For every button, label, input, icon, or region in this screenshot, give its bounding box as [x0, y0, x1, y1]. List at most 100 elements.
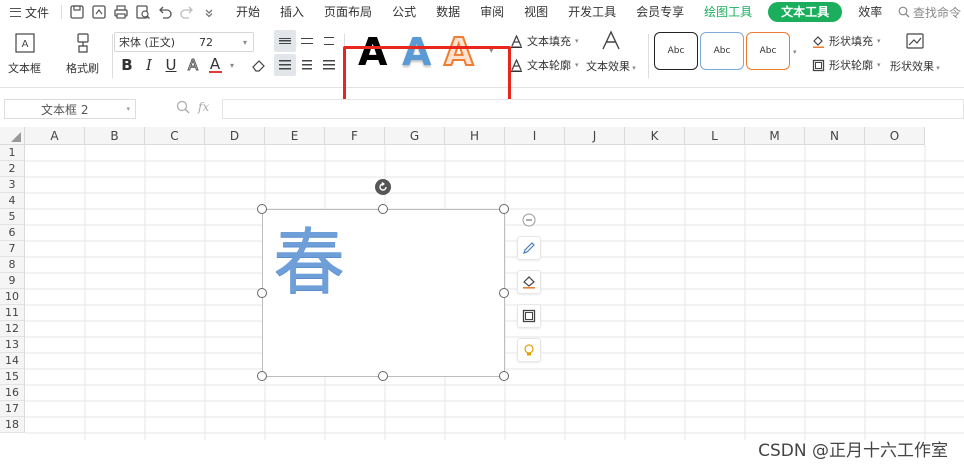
column-header[interactable]: M: [745, 127, 805, 145]
italic-button[interactable]: I: [140, 56, 158, 74]
text-effect-button[interactable]: 文本效果 ▾: [586, 30, 636, 74]
name-box[interactable]: 文本框 2 ▾: [4, 99, 136, 119]
align-right-icon[interactable]: [318, 54, 340, 76]
shape-outline-button[interactable]: 形状轮廓 ▾: [812, 57, 881, 73]
format-painter-button[interactable]: 格式刷: [66, 32, 99, 76]
row-header[interactable]: 6: [0, 225, 25, 241]
shape-style-dark[interactable]: Abc: [654, 32, 698, 70]
tab-start[interactable]: 开始: [226, 0, 270, 24]
save-icon[interactable]: [66, 1, 88, 23]
fx-icon[interactable]: fx: [198, 100, 209, 114]
column-header[interactable]: G: [385, 127, 445, 145]
tab-drawing-tools[interactable]: 绘图工具: [694, 0, 762, 24]
chevron-down-icon[interactable]: ▾: [793, 48, 797, 56]
row-header[interactable]: 17: [0, 401, 25, 417]
fill-bucket-icon[interactable]: [517, 270, 541, 294]
tab-insert[interactable]: 插入: [270, 0, 314, 24]
tab-text-tools[interactable]: 文本工具: [768, 2, 843, 22]
save-as-pdf-icon[interactable]: [88, 1, 110, 23]
shape-style-orange[interactable]: Abc: [746, 32, 790, 70]
row-header[interactable]: 15: [0, 369, 25, 385]
font-name-select[interactable]: 宋体 (正文): [115, 34, 197, 50]
lightbulb-icon[interactable]: [517, 338, 541, 362]
underline-button[interactable]: U: [162, 56, 180, 74]
textbox-text[interactable]: 春: [273, 218, 345, 306]
resize-handle-e[interactable]: [499, 288, 509, 298]
tab-member[interactable]: 会员专享: [626, 0, 694, 24]
align-middle-icon[interactable]: [296, 30, 318, 52]
outline-frame-icon[interactable]: [517, 304, 541, 328]
row-header[interactable]: 4: [0, 193, 25, 209]
align-top-icon[interactable]: [274, 30, 296, 52]
eraser-icon[interactable]: [250, 56, 268, 74]
column-header[interactable]: O: [865, 127, 925, 145]
row-header[interactable]: 11: [0, 305, 25, 321]
resize-handle-s[interactable]: [378, 371, 388, 381]
chevron-down-icon[interactable]: ▾: [228, 56, 236, 74]
column-header[interactable]: H: [445, 127, 505, 145]
resize-handle-sw[interactable]: [257, 371, 267, 381]
undo-icon[interactable]: [154, 1, 176, 23]
column-header[interactable]: I: [505, 127, 565, 145]
tab-formulas[interactable]: 公式: [382, 0, 426, 24]
column-header[interactable]: C: [145, 127, 205, 145]
column-header[interactable]: F: [325, 127, 385, 145]
redo-icon[interactable]: [176, 1, 198, 23]
text-box[interactable]: 春: [262, 209, 505, 377]
column-header[interactable]: E: [265, 127, 325, 145]
textbox-button[interactable]: A 文本框: [8, 32, 41, 76]
align-left-icon[interactable]: [274, 54, 296, 76]
shape-style-blue[interactable]: Abc: [700, 32, 744, 70]
formula-input[interactable]: [222, 99, 964, 119]
column-header[interactable]: A: [25, 127, 85, 145]
row-header[interactable]: 7: [0, 241, 25, 257]
print-preview-icon[interactable]: [132, 1, 154, 23]
resize-handle-n[interactable]: [378, 204, 388, 214]
zoom-icon[interactable]: [176, 100, 190, 114]
tab-page-layout[interactable]: 页面布局: [314, 0, 382, 24]
tab-review[interactable]: 审阅: [470, 0, 514, 24]
collapse-icon[interactable]: [517, 208, 541, 232]
shape-fill-button[interactable]: 形状填充 ▾: [812, 33, 881, 49]
column-header[interactable]: K: [625, 127, 685, 145]
row-header[interactable]: 16: [0, 385, 25, 401]
tab-data[interactable]: 数据: [426, 0, 470, 24]
row-header[interactable]: 14: [0, 353, 25, 369]
column-header[interactable]: D: [205, 127, 265, 145]
rotate-handle-icon[interactable]: [375, 179, 391, 195]
pen-icon[interactable]: [517, 236, 541, 260]
column-header[interactable]: L: [685, 127, 745, 145]
more-chevron-icon[interactable]: [198, 1, 220, 23]
row-header[interactable]: 5: [0, 209, 25, 225]
column-header[interactable]: J: [565, 127, 625, 145]
text-outline-button[interactable]: 文本轮廓 ▾: [510, 57, 579, 73]
bold-button[interactable]: B: [118, 56, 136, 74]
print-icon[interactable]: [110, 1, 132, 23]
column-header[interactable]: B: [85, 127, 145, 145]
resize-handle-w[interactable]: [257, 288, 267, 298]
file-menu[interactable]: 文件: [0, 4, 57, 21]
row-header[interactable]: 13: [0, 337, 25, 353]
row-header[interactable]: 10: [0, 289, 25, 305]
font-color-button[interactable]: A: [206, 56, 224, 74]
align-bottom-icon[interactable]: [318, 30, 340, 52]
shape-effect-button[interactable]: 形状效果 ▾: [890, 30, 940, 74]
select-all-corner[interactable]: [0, 127, 25, 145]
text-fill-button[interactable]: 文本填充 ▾: [510, 33, 579, 49]
align-center-icon[interactable]: [296, 54, 318, 76]
font-selector[interactable]: 宋体 (正文) 72 ▾: [114, 32, 254, 52]
resize-handle-se[interactable]: [499, 371, 509, 381]
row-header[interactable]: 9: [0, 273, 25, 289]
font-size-select[interactable]: 72: [197, 36, 241, 49]
tab-view[interactable]: 视图: [514, 0, 558, 24]
row-header[interactable]: 8: [0, 257, 25, 273]
row-header[interactable]: 2: [0, 161, 25, 177]
search-command[interactable]: 查找命令: [898, 0, 961, 24]
text-outline-a-button[interactable]: A: [184, 56, 202, 75]
row-header[interactable]: 12: [0, 321, 25, 337]
row-header[interactable]: 1: [0, 145, 25, 161]
resize-handle-nw[interactable]: [257, 204, 267, 214]
resize-handle-ne[interactable]: [499, 204, 509, 214]
row-header[interactable]: 18: [0, 417, 25, 433]
tab-efficiency[interactable]: 效率: [848, 0, 892, 24]
